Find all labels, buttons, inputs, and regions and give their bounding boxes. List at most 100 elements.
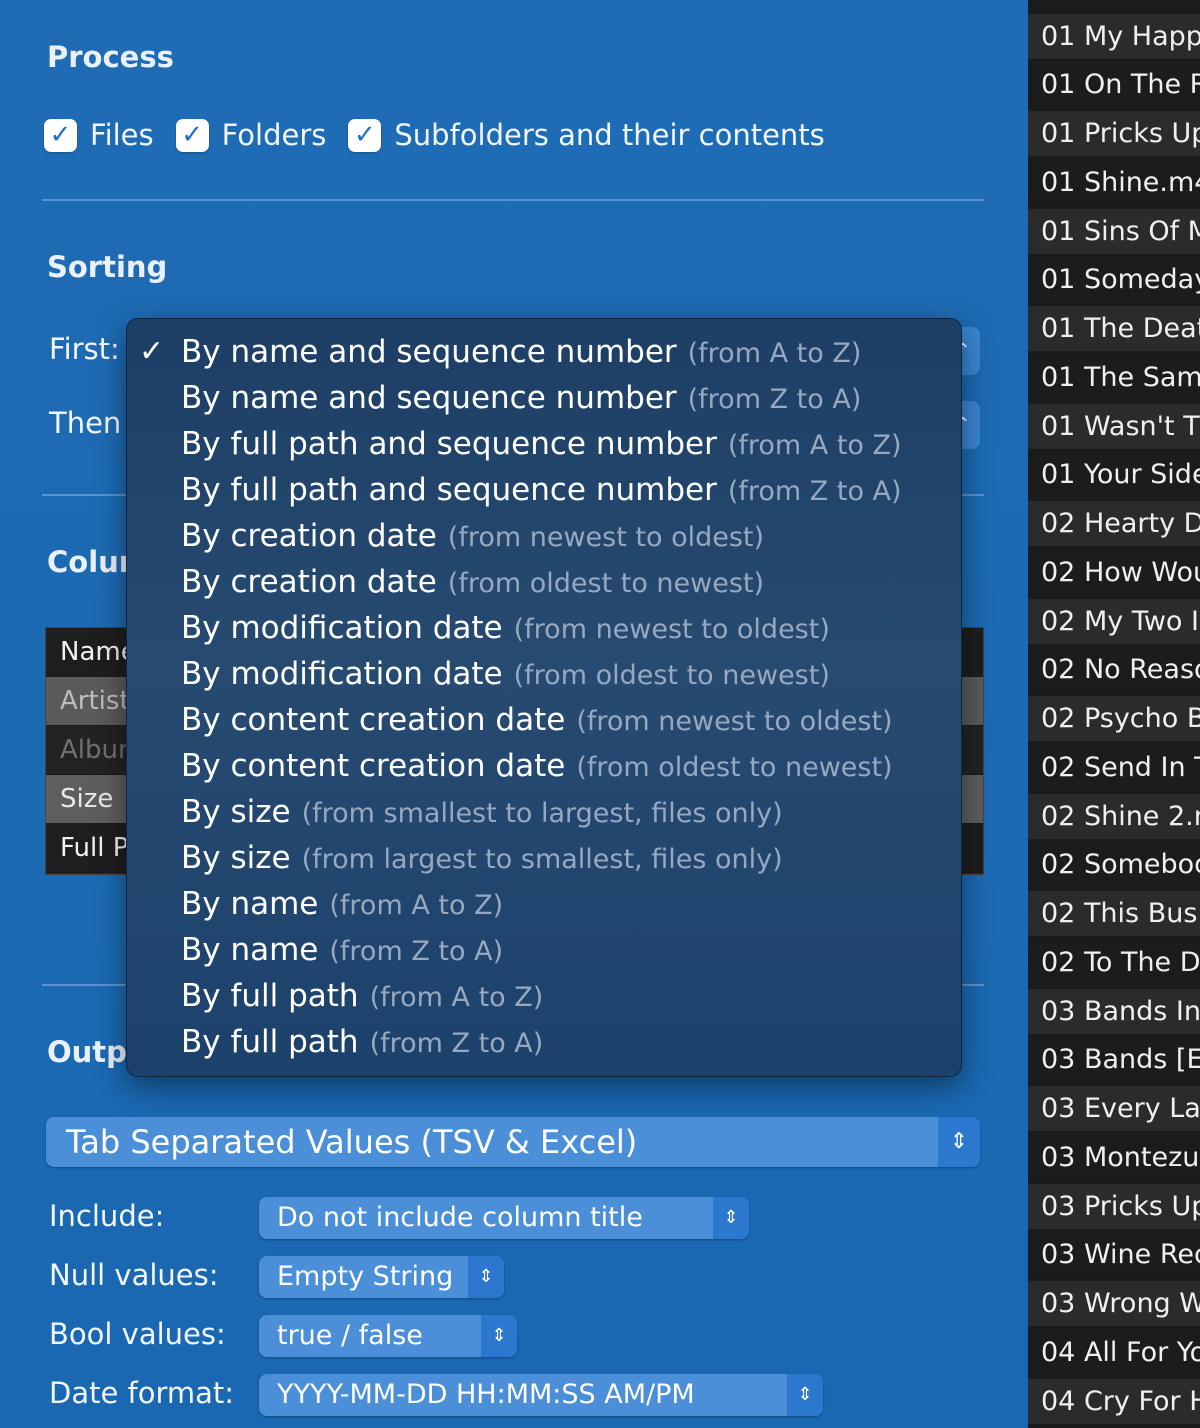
date-format-value: YYYY-MM-DD HH:MM:SS AM/PM bbox=[277, 1379, 695, 1410]
folders-checkbox-label: Folders bbox=[221, 118, 327, 152]
menu-item-hint: (from smallest to largest, files only) bbox=[301, 798, 783, 829]
checkmark-icon: ✓ bbox=[175, 118, 209, 152]
null-values-value: Empty String bbox=[277, 1261, 454, 1292]
menu-item-hint: (from Z to A) bbox=[727, 476, 902, 507]
include-select[interactable]: Do not include column title ⇕ bbox=[259, 1197, 749, 1239]
date-format-select[interactable]: YYYY-MM-DD HH:MM:SS AM/PM ⇕ bbox=[259, 1374, 823, 1416]
menu-item-label: By full path and sequence number bbox=[181, 426, 717, 462]
list-item[interactable]: 01 Someday bbox=[1028, 257, 1200, 302]
menu-item-hint: (from largest to smallest, files only) bbox=[301, 844, 783, 875]
sorting-title: Sorting bbox=[47, 250, 168, 284]
date-format-label: Date format: bbox=[49, 1376, 235, 1410]
sort-dropdown-menu: ✓ By name and sequence number (from A to … bbox=[126, 318, 962, 1077]
list-item[interactable]: 01 Shine.m4 bbox=[1028, 160, 1200, 205]
bool-values-label: Bool values: bbox=[49, 1317, 226, 1351]
list-item[interactable]: 03 Wrong W bbox=[1028, 1281, 1200, 1326]
subfolders-checkbox-label: Subfolders and their contents bbox=[394, 118, 825, 152]
sort-then-label: Then bbox=[49, 406, 122, 440]
list-item[interactable]: 03 Wine Rec bbox=[1028, 1232, 1200, 1277]
bool-values-select[interactable]: true / false ⇕ bbox=[259, 1315, 517, 1357]
menu-item-hint: (from newest to oldest) bbox=[447, 522, 765, 553]
menu-item-hint: (from oldest to newest) bbox=[576, 752, 893, 783]
updown-chevron-icon: ⇕ bbox=[787, 1374, 823, 1416]
include-label: Include: bbox=[49, 1199, 165, 1233]
list-item[interactable]: 03 Bands In bbox=[1028, 989, 1200, 1034]
updown-chevron-icon: ⇕ bbox=[713, 1197, 749, 1239]
menu-item-label: By content creation date bbox=[181, 748, 566, 784]
null-values-label: Null values: bbox=[49, 1258, 219, 1292]
menu-item-hint: (from A to Z) bbox=[329, 890, 504, 921]
menu-item-label: By full path bbox=[181, 978, 359, 1014]
include-value: Do not include column title bbox=[277, 1202, 643, 1233]
list-item[interactable]: 01 The Deat bbox=[1028, 306, 1200, 351]
list-item[interactable]: 01 Pricks Up bbox=[1028, 111, 1200, 156]
process-title: Process bbox=[47, 40, 174, 74]
menu-item-label: By name bbox=[181, 886, 319, 922]
menu-item-label: By creation date bbox=[181, 518, 437, 554]
menu-item-hint: (from newest to oldest) bbox=[576, 706, 893, 737]
menu-item-label: By modification date bbox=[181, 610, 503, 646]
list-item[interactable]: 02 Hearty D bbox=[1028, 501, 1200, 546]
menu-item-hint: (from Z to A) bbox=[687, 384, 862, 415]
menu-item-label: By full path and sequence number bbox=[181, 472, 717, 508]
menu-item-hint: (from Z to A) bbox=[329, 936, 504, 967]
menu-item-hint: (from A to Z) bbox=[369, 982, 544, 1013]
file-list[interactable]: 01 My Happ 01 On The R 01 Pricks Up 01 S… bbox=[1028, 0, 1200, 1428]
list-item[interactable]: 04 All For Yo bbox=[1028, 1330, 1200, 1375]
sort-first-label: First: bbox=[49, 332, 120, 366]
list-item[interactable]: 02 This Bus bbox=[1028, 891, 1200, 936]
list-item[interactable]: 01 Sins Of M bbox=[1028, 209, 1200, 254]
folders-checkbox[interactable]: ✓ Folders bbox=[175, 118, 327, 152]
menu-item-label: By content creation date bbox=[181, 702, 566, 738]
list-item[interactable]: 01 Your Side bbox=[1028, 452, 1200, 497]
list-item[interactable]: 01 The Sam bbox=[1028, 355, 1200, 400]
menu-item-label: By size bbox=[181, 840, 291, 876]
list-item[interactable]: 03 Every La bbox=[1028, 1086, 1200, 1131]
checkmark-icon: ✓ bbox=[44, 118, 77, 152]
list-item[interactable]: 02 Somebod bbox=[1028, 842, 1200, 887]
files-checkbox[interactable]: ✓ Files bbox=[44, 118, 154, 152]
list-item-partial bbox=[1028, 0, 1200, 14]
menu-item-label: By full path bbox=[181, 1024, 359, 1060]
menu-item-hint: (from A to Z) bbox=[727, 430, 902, 461]
output-format-value: Tab Separated Values (TSV & Excel) bbox=[66, 1123, 638, 1161]
menu-item-label: By size bbox=[181, 794, 291, 830]
menu-item-hint: (from A to Z) bbox=[687, 338, 862, 369]
checkmark-icon: ✓ bbox=[348, 118, 382, 152]
updown-chevron-icon: ⇕ bbox=[468, 1256, 504, 1298]
menu-item-label: By name and sequence number bbox=[181, 380, 677, 416]
menu-item-label: By modification date bbox=[181, 656, 503, 692]
bool-values-value: true / false bbox=[277, 1320, 423, 1351]
updown-chevron-icon: ⇕ bbox=[481, 1315, 517, 1357]
list-item[interactable]: 02 Shine 2.n bbox=[1028, 794, 1200, 839]
list-item[interactable]: 03 Pricks Up bbox=[1028, 1184, 1200, 1229]
list-item[interactable]: 01 On The R bbox=[1028, 62, 1200, 107]
menu-item-label: By name bbox=[181, 932, 319, 968]
list-item[interactable]: 02 Send In T bbox=[1028, 745, 1200, 790]
list-item[interactable]: 03 Montezu bbox=[1028, 1135, 1200, 1180]
list-item[interactable]: 04 Cry For H bbox=[1028, 1379, 1200, 1424]
menu-item-hint: (from Z to A) bbox=[369, 1028, 544, 1059]
menu-item-hint: (from newest to oldest) bbox=[513, 614, 830, 645]
checkmark-icon: ✓ bbox=[139, 334, 165, 369]
menu-item-hint: (from oldest to newest) bbox=[513, 660, 830, 691]
menu-item-label: By name and sequence number bbox=[181, 334, 677, 370]
list-item[interactable]: 01 Wasn't Th bbox=[1028, 404, 1200, 449]
list-item[interactable]: 02 No Reaso bbox=[1028, 647, 1200, 692]
list-item[interactable]: 02 How Wou bbox=[1028, 550, 1200, 595]
list-item[interactable]: 02 Psycho B bbox=[1028, 696, 1200, 741]
menu-item-hint: (from oldest to newest) bbox=[447, 568, 765, 599]
process-checkbox-row: ✓ Files ✓ Folders ✓ Subfolders and their… bbox=[44, 118, 847, 152]
list-item[interactable]: 01 My Happ bbox=[1028, 14, 1200, 59]
divider bbox=[42, 199, 984, 201]
columns-title: Colur bbox=[47, 545, 134, 579]
menu-item-label: By creation date bbox=[181, 564, 437, 600]
output-format-select[interactable]: Tab Separated Values (TSV & Excel) ⇕ bbox=[46, 1117, 980, 1167]
files-checkbox-label: Files bbox=[90, 118, 154, 152]
updown-chevron-icon: ⇕ bbox=[938, 1117, 980, 1167]
list-item[interactable]: 02 To The D bbox=[1028, 940, 1200, 985]
null-values-select[interactable]: Empty String ⇕ bbox=[259, 1256, 504, 1298]
list-item[interactable]: 03 Bands [E bbox=[1028, 1037, 1200, 1082]
subfolders-checkbox[interactable]: ✓ Subfolders and their contents bbox=[348, 118, 825, 152]
list-item[interactable]: 02 My Two I bbox=[1028, 599, 1200, 644]
